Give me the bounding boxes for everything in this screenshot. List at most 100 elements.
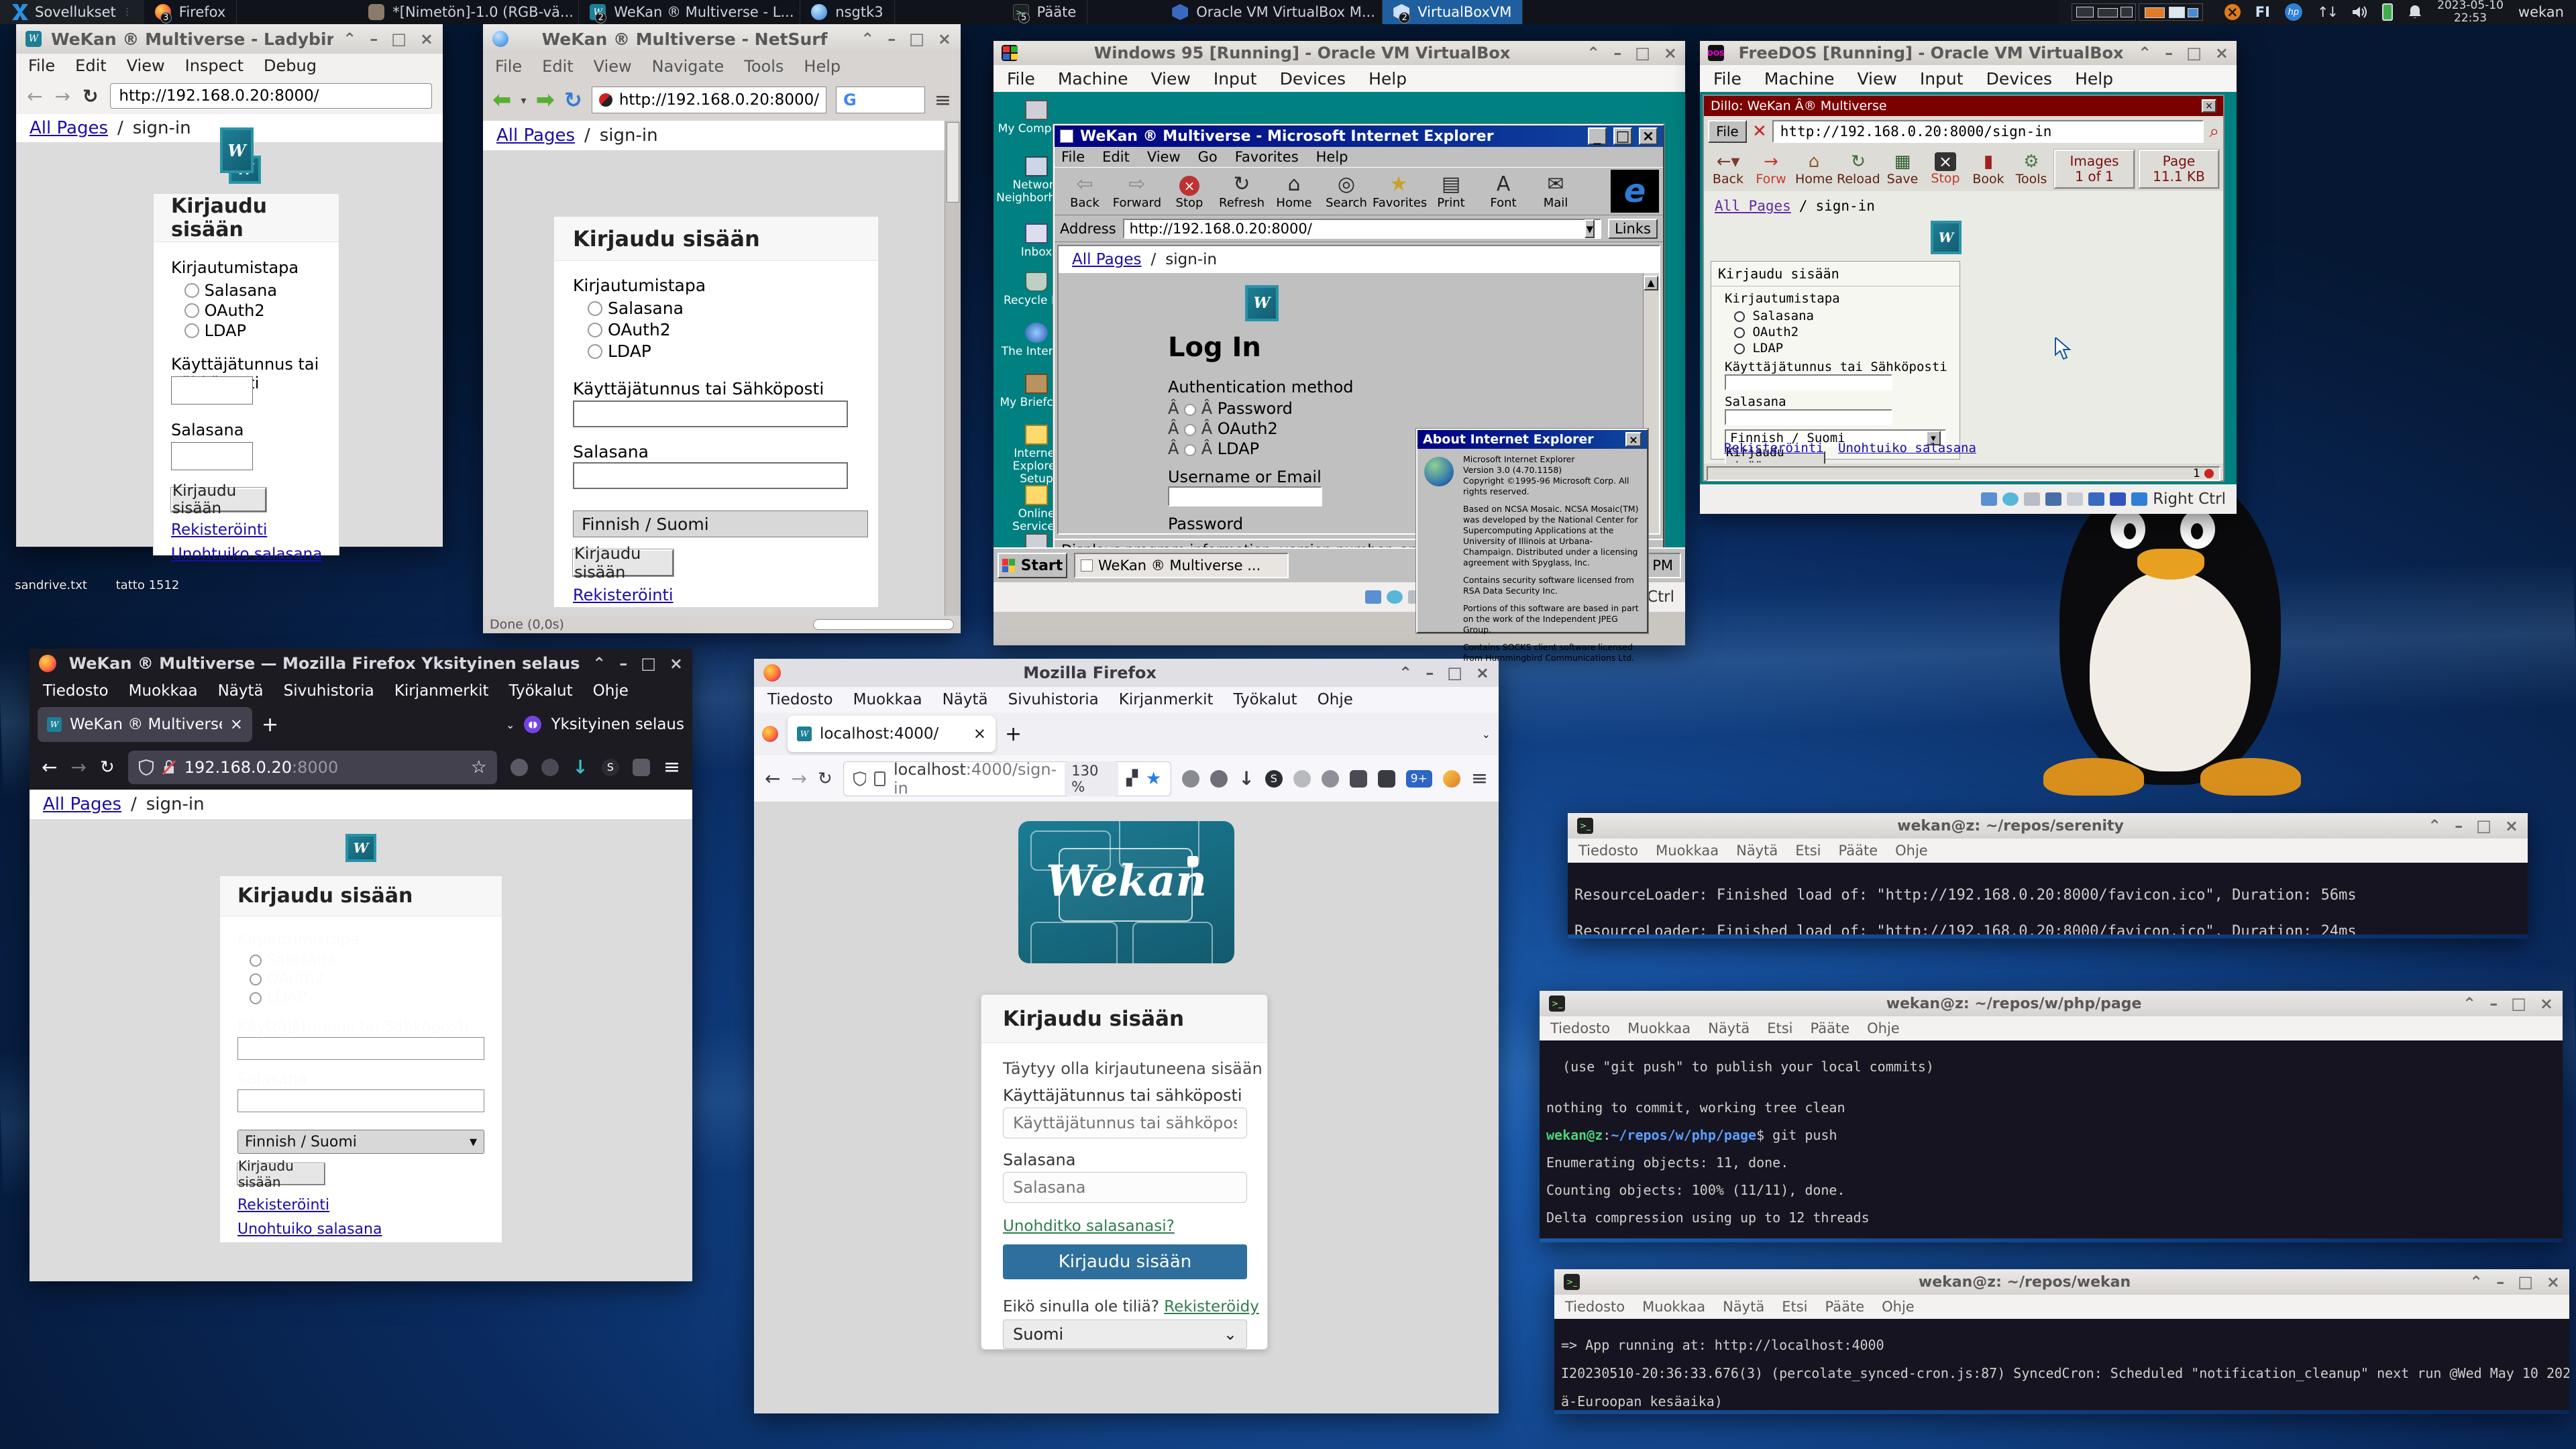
maximize-icon[interactable]: □ xyxy=(641,654,656,673)
radio-label[interactable]: Salasana xyxy=(608,299,684,318)
url-input[interactable]: http://192.168.0.20:8000/ xyxy=(110,83,432,109)
menu-tiedosto[interactable]: Tiedosto xyxy=(1565,1299,1625,1315)
menu-muokkaa[interactable]: Muokkaa xyxy=(1627,1020,1690,1036)
extension-s-icon[interactable]: S xyxy=(1265,770,1283,788)
forgot-password-link[interactable]: Unohtuiko salasana xyxy=(1838,441,1976,455)
menu-nayta[interactable]: Näytä xyxy=(1736,843,1778,859)
menu-navigate[interactable]: Navigate xyxy=(652,57,724,76)
ladybird-titlebar[interactable]: W WeKan ® Multiverse - Ladybird ⌃–□× xyxy=(16,24,443,54)
ie-titlebar[interactable]: WeKan ® Multiverse - Microsoft Internet … xyxy=(1055,125,1663,147)
minimize-icon[interactable]: ⌃ xyxy=(343,30,356,48)
radio-password[interactable] xyxy=(184,283,199,298)
menu-file[interactable]: File xyxy=(1713,69,1741,89)
reload-icon[interactable]: ↻ xyxy=(83,85,98,107)
minimize-icon[interactable]: ⌃ xyxy=(1587,44,1600,62)
radio-label[interactable]: LDAP xyxy=(205,321,246,340)
menu-paate[interactable]: Pääte xyxy=(1811,1020,1850,1036)
menu-kirjanmerkit[interactable]: Kirjanmerkit xyxy=(394,682,489,700)
url-input[interactable]: http://192.168.0.20:8000/ xyxy=(592,87,826,113)
reader-view-icon[interactable]: ▞ xyxy=(1126,770,1138,787)
shield-icon[interactable] xyxy=(853,771,867,787)
dialog-titlebar[interactable]: About Internet Explorer × xyxy=(1417,430,1647,449)
extension-calculator-icon[interactable] xyxy=(1378,770,1395,788)
maximize-icon[interactable]: □ xyxy=(1447,663,1462,682)
radio-label[interactable]: Salasana xyxy=(266,951,336,969)
font-button[interactable]: AFont xyxy=(1477,173,1529,210)
menu-ohje[interactable]: Ohje xyxy=(1882,1299,1915,1315)
extension-robot-icon[interactable] xyxy=(1182,770,1199,788)
signin-button[interactable]: Kirjaudu sisään xyxy=(573,549,674,576)
maximize-icon[interactable]: □ xyxy=(2476,816,2491,835)
url-input[interactable]: http://192.168.0.20:8000/sign-in xyxy=(1772,120,2204,143)
tab-close-icon[interactable]: × xyxy=(973,725,986,743)
close-icon[interactable]: × xyxy=(1476,663,1489,682)
back-icon[interactable]: ← xyxy=(27,85,42,107)
keyboard-layout-indicator[interactable]: FI xyxy=(2255,4,2270,20)
menu-edit[interactable]: Edit xyxy=(75,56,106,75)
mail-button[interactable]: ✉Mail xyxy=(1529,173,1582,210)
radio-label[interactable]: LDAP xyxy=(1752,341,1783,356)
minimize-icon[interactable]: _ xyxy=(1588,127,1607,145)
menu-sivuhistoria[interactable]: Sivuhistoria xyxy=(284,682,374,700)
close-icon[interactable]: × xyxy=(1625,432,1642,447)
download-icon[interactable]: ↓ xyxy=(1238,767,1254,790)
extension-shield-icon[interactable] xyxy=(1210,770,1228,788)
iconify-icon[interactable]: – xyxy=(2496,1273,2504,1291)
minimize-icon[interactable]: ⌃ xyxy=(2138,44,2151,62)
radio-label[interactable]: OAuth2 xyxy=(205,301,265,320)
menu-view[interactable]: View xyxy=(1151,69,1191,89)
radio-password[interactable] xyxy=(1184,404,1196,416)
desktop-file-label[interactable]: tatto 1512 xyxy=(107,578,188,592)
minimize-icon[interactable]: ⌃ xyxy=(592,654,606,673)
forward-icon[interactable]: → xyxy=(791,767,806,790)
forward-icon[interactable]: → xyxy=(54,85,70,107)
menu-go[interactable]: Go xyxy=(1198,149,1218,165)
menu-file[interactable]: File xyxy=(495,57,522,76)
hamburger-menu-icon[interactable]: ≡ xyxy=(663,755,680,779)
maximize-icon[interactable]: □ xyxy=(2186,44,2202,62)
radio-label[interactable]: Password xyxy=(1218,399,1293,418)
close-icon[interactable]: × xyxy=(2215,44,2229,62)
maximize-icon[interactable]: □ xyxy=(1613,127,1632,145)
close-icon[interactable]: × xyxy=(938,30,951,48)
password-input[interactable] xyxy=(1725,409,1892,425)
menu-view[interactable]: View xyxy=(594,57,632,76)
lock-insecure-icon[interactable] xyxy=(162,759,176,775)
clock[interactable]: 2023-05-10 22:53 xyxy=(2437,0,2504,25)
signin-button[interactable]: Kirjaudu sisään xyxy=(171,488,266,512)
menu-file[interactable]: File xyxy=(1007,69,1035,89)
battery-icon[interactable] xyxy=(2382,3,2393,21)
breadcrumb-all-pages-link[interactable]: All Pages xyxy=(1072,251,1142,268)
hamburger-menu-icon[interactable]: ≡ xyxy=(1471,767,1488,790)
radio-oauth2[interactable] xyxy=(588,323,602,337)
taskbar-item-firefox[interactable]: Firefox 3 xyxy=(144,0,237,24)
search-icon[interactable]: ⌕ xyxy=(2209,121,2219,142)
close-icon[interactable]: × xyxy=(1639,127,1658,145)
workspace-1[interactable] xyxy=(2072,3,2136,21)
forgot-password-link[interactable]: Unohtuiko salasana xyxy=(171,545,322,563)
password-input[interactable] xyxy=(171,442,253,470)
iconify-icon[interactable]: – xyxy=(1426,663,1434,682)
extension-ball-icon[interactable] xyxy=(1293,770,1311,788)
minimize-icon[interactable]: ⌃ xyxy=(2463,994,2476,1013)
taskbar-task-button[interactable]: WeKan ® Multiverse ... xyxy=(1074,553,1289,578)
volume-icon[interactable] xyxy=(2351,5,2367,19)
search-input[interactable]: G xyxy=(836,87,925,113)
menu-file[interactable]: File xyxy=(1061,149,1085,165)
menu-nayta[interactable]: Näytä xyxy=(1708,1020,1750,1036)
menu-view[interactable]: View xyxy=(1147,149,1181,165)
iconify-icon[interactable]: – xyxy=(2455,816,2463,835)
tools-button[interactable]: ⚙Tools xyxy=(2011,152,2051,186)
menu-help[interactable]: Help xyxy=(1316,149,1348,165)
menu-view[interactable]: View xyxy=(1858,69,1897,89)
extension-shield-icon[interactable] xyxy=(541,759,559,776)
taskbar-item-wekan[interactable]: W WeKan ® Multiverse - L... 2 xyxy=(579,0,800,24)
forgot-password-link[interactable]: Unohditko salasanasi? xyxy=(1003,1218,1175,1235)
dillo-titlebar[interactable]: Dillo: WeKan Â® Multiverse × xyxy=(1704,96,2223,116)
extension-s-icon[interactable]: S xyxy=(602,759,619,776)
signin-button[interactable]: Kirjaudu sisään xyxy=(1003,1244,1247,1279)
menu-help[interactable]: Help xyxy=(1368,69,1407,89)
iconify-icon[interactable]: – xyxy=(1613,44,1621,62)
minimize-icon[interactable]: ⌃ xyxy=(2428,816,2441,835)
menu-ohje[interactable]: Ohje xyxy=(593,682,629,700)
